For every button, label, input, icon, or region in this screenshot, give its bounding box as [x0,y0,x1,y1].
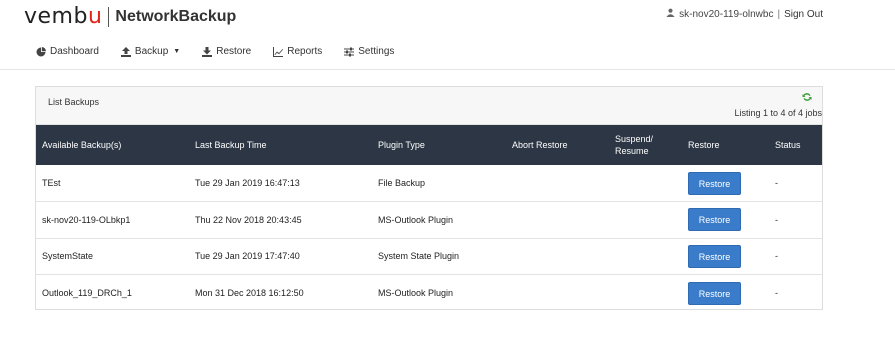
backups-table: Available Backup(s) Last Backup Time Plu… [36,125,822,311]
panel-header: List Backups Listing 1 to 4 of 4 jobs [36,87,822,125]
upload-icon [120,46,131,57]
main-nav: Dashboard Backup ▼ Restore Reports Setti… [36,46,416,57]
line-chart-icon [273,46,284,57]
last-backup-time: Tue 29 Jan 2019 16:47:13 [195,178,300,188]
restore-cell: Restore [682,275,769,312]
nav-reports[interactable]: Reports [273,46,322,57]
app-header: vembu NetworkBackup sk-nov20-119-olnwbc … [0,0,895,70]
status-cell: - [775,178,778,188]
col-suspend-resume: Suspend/Resume [609,125,682,165]
table-row: SystemState Tue 29 Jan 2019 17:47:40 Sys… [36,238,822,275]
dashboard-icon [36,46,46,56]
suspend-resume-cell [609,275,682,312]
plugin-type: File Backup [378,178,426,188]
col-suspend-line2: Resume [615,146,649,156]
col-available-backups[interactable]: Available Backup(s) [36,125,189,165]
listing-count: Listing 1 to 4 of 4 jobs [734,108,822,118]
status-cell: - [775,251,778,262]
table-row: TEst Tue 29 Jan 2019 16:47:13 File Backu… [36,165,822,202]
backup-name: TEst [42,178,61,188]
nav-settings-label: Settings [358,46,395,57]
nav-backup[interactable]: Backup ▼ [120,46,181,57]
plugin-type: MS-Outlook Plugin [378,288,454,298]
table-row: sk-nov20-119-OLbkp1 Thu 22 Nov 2018 20:4… [36,202,822,239]
restore-button[interactable]: Restore [688,281,741,305]
panel-title: List Backups [48,97,100,107]
refresh-icon[interactable] [802,92,812,105]
restore-cell: Restore [682,238,769,275]
restore-button[interactable]: Restore [688,244,741,268]
logo-divider [108,6,110,27]
suspend-resume-cell [609,202,682,239]
col-suspend-line1: Suspend/ [615,134,654,144]
col-last-backup-time[interactable]: Last Backup Time [189,125,372,165]
nav-settings[interactable]: Settings [344,46,394,57]
list-backups-panel: List Backups Listing 1 to 4 of 4 jobs Av… [35,86,823,310]
nav-dashboard-label: Dashboard [50,46,99,57]
status-cell: - [775,288,778,298]
col-restore: Restore [688,140,720,150]
nav-backup-label: Backup [134,46,169,57]
suspend-resume-cell [609,238,682,275]
last-backup-time: Mon 31 Dec 2018 16:12:50 [195,288,304,298]
download-icon [202,46,213,57]
backup-name: SystemState [42,251,94,262]
restore-button[interactable]: Restore [688,208,741,232]
restore-button[interactable]: Restore [688,171,741,195]
abort-restore-cell [506,202,609,239]
product-name: NetworkBackup [115,7,237,25]
abort-restore-cell [506,275,609,312]
abort-restore-cell [506,165,609,202]
nav-restore-label: Restore [216,46,252,57]
restore-cell: Restore [682,165,769,202]
nav-restore[interactable]: Restore [202,46,251,57]
backup-name: sk-nov20-119-OLbkp1 [42,214,131,225]
nav-reports-label: Reports [287,46,323,57]
table-header-row: Available Backup(s) Last Backup Time Plu… [36,125,822,165]
backup-name: Outlook_119_DRCh_1 [42,288,132,298]
table-row: Outlook_119_DRCh_1 Mon 31 Dec 2018 16:12… [36,275,822,312]
logo-wordmark: vembu [24,4,103,29]
col-abort-restore: Abort Restore [512,140,568,150]
plugin-type: MS-Outlook Plugin [378,214,454,225]
last-backup-time: Tue 29 Jan 2019 17:47:40 [195,251,300,262]
last-backup-time: Thu 22 Nov 2018 20:43:45 [195,214,302,225]
user-icon [666,8,675,20]
col-plugin-type[interactable]: Plugin Type [372,125,506,165]
nav-dashboard[interactable]: Dashboard [36,46,99,57]
user-bar: sk-nov20-119-olnwbc | Sign Out [666,8,823,20]
user-separator: | [777,8,781,20]
username: sk-nov20-119-olnwbc [679,8,774,20]
suspend-resume-cell [609,165,682,202]
status-cell: - [775,214,778,225]
restore-cell: Restore [682,202,769,239]
plugin-type: System State Plugin [378,251,460,262]
col-status: Status [775,140,801,150]
sliders-icon [344,47,355,56]
abort-restore-cell [506,238,609,275]
vembu-logo[interactable]: vembu NetworkBackup [24,4,236,29]
chevron-down-icon: ▼ [173,48,181,55]
sign-out-link[interactable]: Sign Out [784,9,823,20]
